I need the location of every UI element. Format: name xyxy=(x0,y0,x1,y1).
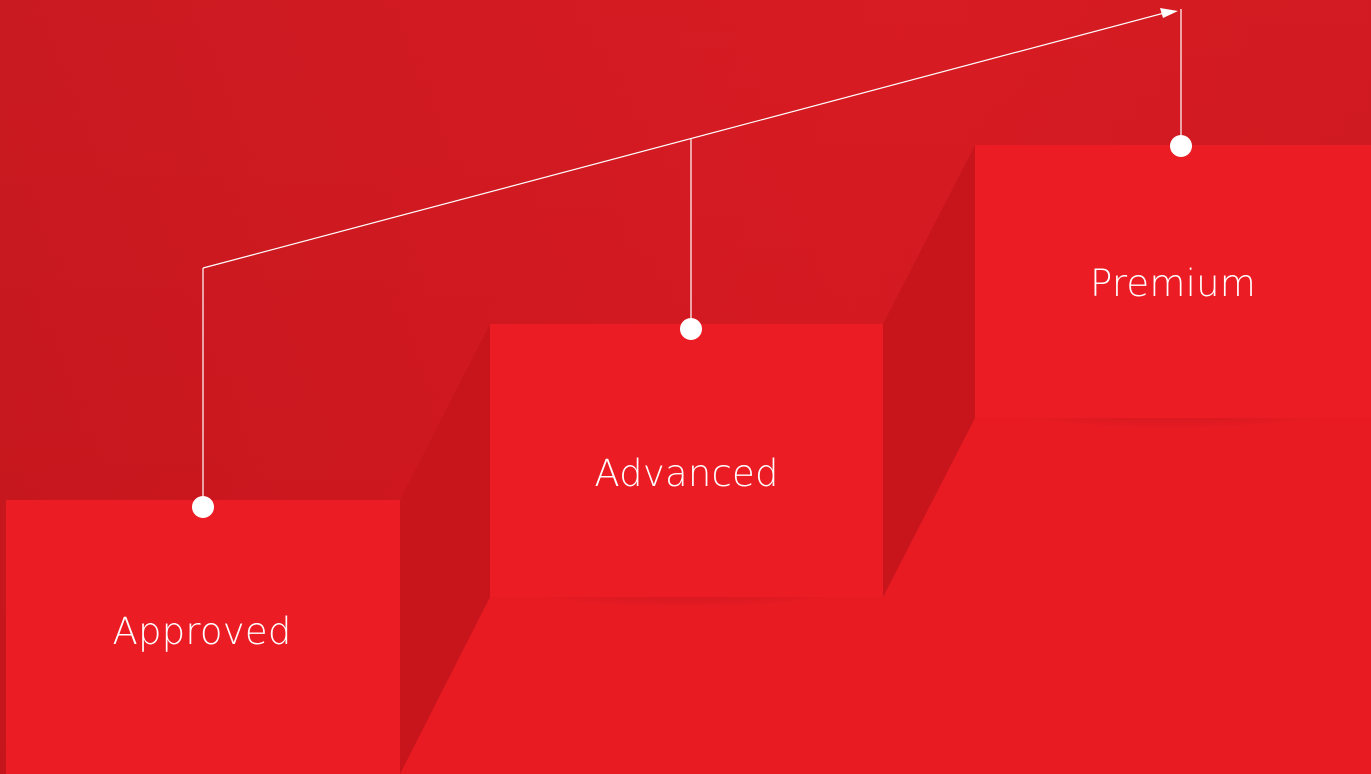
dot-premium xyxy=(1170,135,1192,157)
step-label-approved: Approved xyxy=(112,610,292,653)
step-label-premium: Premium xyxy=(1089,262,1257,305)
floor-level-3 xyxy=(883,418,1371,774)
arrow-head-icon xyxy=(1160,8,1178,18)
step-label-advanced: Advanced xyxy=(594,452,779,495)
stair-diagram xyxy=(6,8,1371,774)
dot-advanced xyxy=(680,318,702,340)
dot-approved xyxy=(192,496,214,518)
